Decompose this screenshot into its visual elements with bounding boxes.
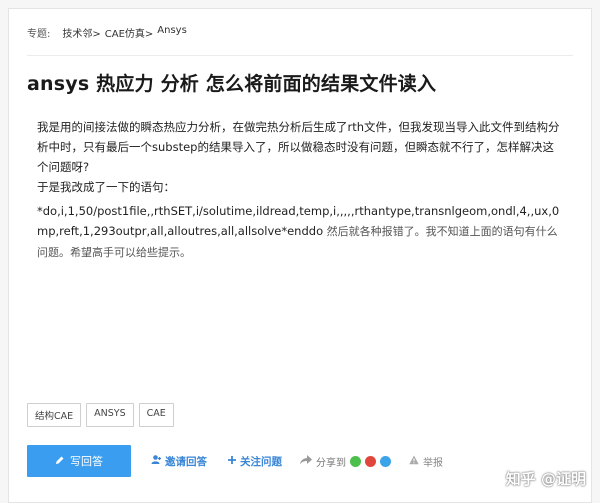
report-label: 举报: [423, 457, 443, 469]
qq-icon[interactable]: [380, 455, 391, 467]
weibo-icon[interactable]: [365, 455, 376, 467]
plus-icon: [227, 455, 237, 468]
question-content: 我是用的间接法做的瞬态热应力分析，在做完热分析后生成了rth文件，但我发现当导入…: [37, 117, 565, 263]
topic-label: 专题:: [27, 29, 51, 40]
invite-answer-label: 邀请回答: [165, 455, 207, 468]
follow-question-label: 关注问题: [240, 455, 282, 468]
action-bar: 写回答 邀请回答 关注问题 分享到 举报: [27, 445, 581, 477]
follow-question-button[interactable]: 关注问题: [227, 454, 282, 469]
write-answer-label: 写回答: [70, 455, 103, 468]
header-divider: [27, 55, 573, 56]
question-title: ansys 热应力 分析 怎么将前面的结果文件读入: [27, 73, 437, 95]
warning-icon: [409, 455, 419, 468]
breadcrumb-item-ansys[interactable]: Ansys: [157, 25, 187, 40]
tag-structural-cae[interactable]: 结构CAE: [27, 403, 82, 427]
share-label: 分享到: [316, 457, 346, 469]
breadcrumb-item-cae[interactable]: CAE仿真>: [105, 25, 154, 40]
tag-ansys[interactable]: ANSYS: [86, 403, 134, 427]
content-paragraph-2: 于是我改成了一下的语句：: [37, 180, 175, 194]
pencil-icon: [55, 455, 65, 468]
breadcrumb-item-jishulin[interactable]: 技术邻>: [62, 25, 100, 40]
report-button[interactable]: 举报: [409, 454, 443, 469]
content-paragraph-3: *do,i,1,50/post1file,,rthSET,i/solutime,…: [37, 201, 565, 263]
content-paragraph-1: 我是用的间接法做的瞬态热应力分析，在做完热分析后生成了rth文件，但我发现当导入…: [37, 120, 560, 174]
wechat-icon[interactable]: [350, 455, 361, 467]
tag-cae[interactable]: CAE: [138, 403, 174, 427]
write-answer-button[interactable]: 写回答: [27, 445, 131, 477]
tag-list: 结构CAE ANSYS CAE: [27, 403, 174, 427]
invite-answer-button[interactable]: 邀请回答: [151, 454, 207, 469]
share-arrow-icon: [300, 454, 312, 468]
share-group: 分享到: [300, 454, 391, 469]
invite-user-icon: [151, 454, 162, 468]
breadcrumb: 专题: 技术邻> CAE仿真> Ansys: [27, 25, 187, 40]
zhihu-watermark: 知乎 @证明: [505, 470, 586, 488]
question-card: 专题: 技术邻> CAE仿真> Ansys ansys 热应力 分析 怎么将前面…: [8, 8, 592, 503]
